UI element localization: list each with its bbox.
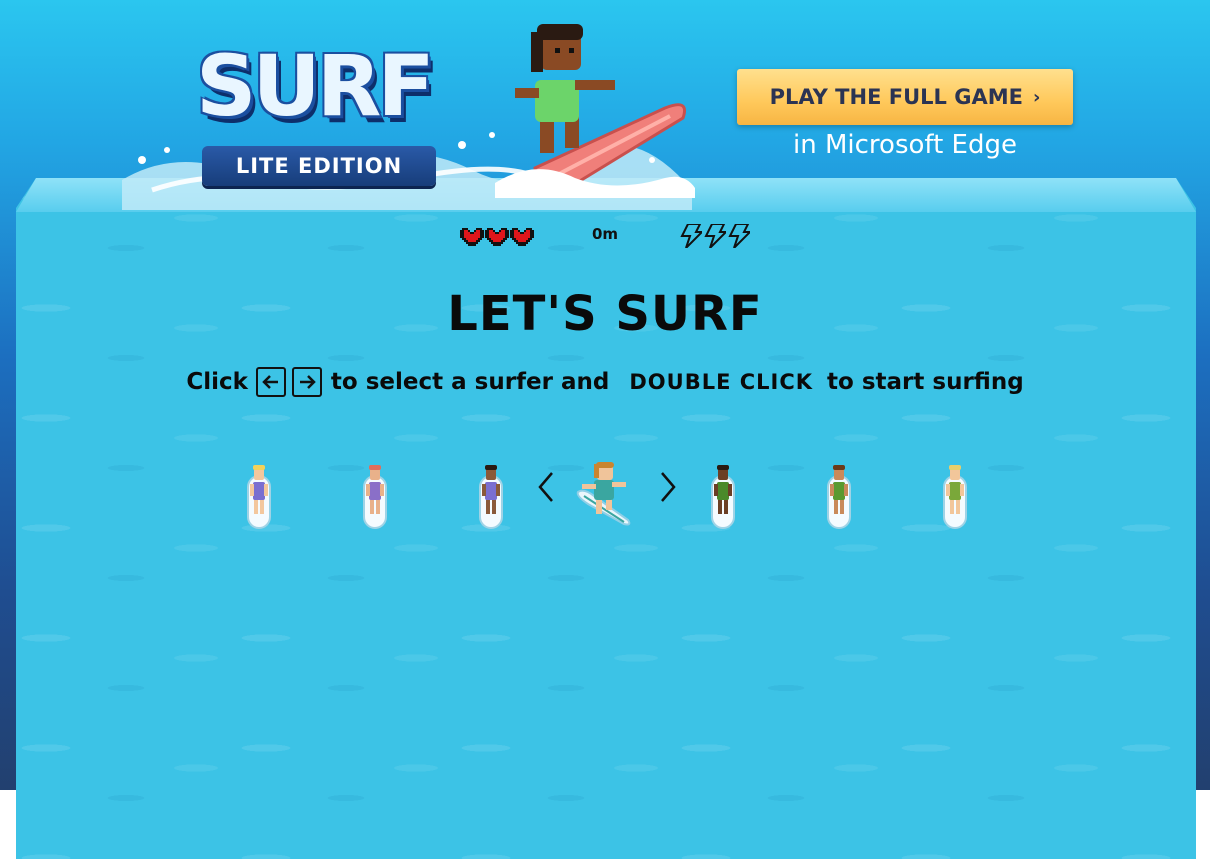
surfer-option[interactable]	[941, 462, 969, 530]
surfer-option[interactable]	[361, 462, 389, 530]
right-arrow-key-icon	[291, 367, 322, 397]
left-arrow-key-icon	[255, 367, 286, 397]
surfer-option[interactable]	[245, 462, 273, 530]
lives-indicator	[460, 226, 534, 248]
instruction-start: to start surfing	[827, 369, 1024, 395]
surf-logo: SURF LITE EDITION	[196, 36, 446, 196]
distance-counter: 0m	[591, 225, 619, 243]
boost-indicator	[680, 224, 754, 248]
chevron-left-icon[interactable]	[536, 470, 558, 504]
screen-title: LET'S SURF	[447, 286, 763, 342]
lightning-icon	[728, 224, 750, 248]
logo-title: SURF	[196, 37, 435, 135]
play-full-game-label: PLAY THE FULL GAME	[769, 85, 1023, 109]
instruction-click: Click	[186, 369, 248, 395]
lightning-icon	[680, 224, 702, 248]
selected-surfer[interactable]	[574, 462, 634, 528]
heart-icon	[460, 228, 484, 246]
chevron-right-icon: ›	[1032, 86, 1041, 108]
heart-icon	[510, 228, 534, 246]
play-full-game-button[interactable]: PLAY THE FULL GAME ›	[737, 69, 1073, 125]
cta-subtitle: in Microsoft Edge	[793, 130, 1017, 160]
instruction-select: to select a surfer and	[330, 369, 610, 395]
surfer-option[interactable]	[825, 462, 853, 530]
chevron-right-icon[interactable]	[656, 470, 678, 504]
lightning-icon	[704, 224, 726, 248]
logo-edition-badge: LITE EDITION	[202, 146, 436, 186]
surfer-option[interactable]	[709, 462, 737, 530]
heart-icon	[485, 228, 509, 246]
instructions: Click to select a surfer and DOUBLE CLIC…	[0, 364, 1210, 400]
hero-surfer-illustration	[495, 24, 695, 198]
instruction-double-click: DOUBLE CLICK	[629, 370, 814, 394]
surfer-option[interactable]	[477, 462, 505, 530]
